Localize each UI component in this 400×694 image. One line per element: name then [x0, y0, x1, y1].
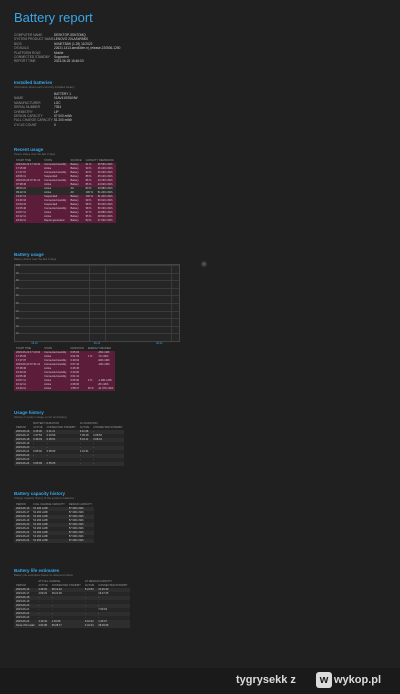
table-row: 18:20:11 Report generated Battery 53 % 27 03…	[14, 219, 116, 223]
system-info: COMPUTER NAME DESKTOP-5SN7DMQ SYSTEM PRODU…	[14, 33, 400, 64]
watermark-bar: tygrysekk z w wykop.pl	[0, 668, 400, 694]
table-cell: Battery	[68, 219, 84, 223]
life-estimates-table: AT FULL CHARGE AT DESIGN CAPACITY PERIOD A…	[14, 580, 130, 628]
wykop-logo-icon: w	[316, 672, 332, 688]
table-cell: 1:58:17	[68, 387, 86, 391]
column-header: CONNECTED STANDBY	[93, 426, 123, 429]
y-tick-label: 70	[16, 286, 19, 290]
grid-line	[15, 272, 179, 274]
grid-line	[15, 280, 179, 281]
life-estimates-section: Battery life estimates Battery life esti…	[14, 568, 130, 628]
grid-line	[15, 310, 179, 312]
battery-usage-table: START TIME STATE DURATION ENERGY DRAINED 20…	[14, 347, 116, 391]
grid-line	[15, 318, 179, 319]
table-cell: 16:20:11	[14, 387, 43, 391]
table-cell: Active	[42, 387, 69, 391]
y-tick-label: 100	[16, 264, 21, 267]
section-subtitle: Battery drains over the last 3 days	[14, 257, 57, 261]
table-cell: 4:03:38	[36, 624, 50, 628]
battery-usage-chart: 100 90 80 70 60 50 40 30 20 10 06-22 06-23 06-24	[14, 264, 180, 345]
y-tick-label: 80	[16, 279, 19, 283]
table-cell: Report generated	[42, 219, 69, 223]
installed-batteries-section: Installed batteries Information about ea…	[14, 80, 78, 127]
capacity-history-table: PERIOD FULL CHARGE CAPACITY DESIGN CAPACIT…	[14, 503, 95, 543]
y-tick-label: 50	[16, 302, 19, 305]
table-row: 16:20:11 Active 1:58:17 45 % -21 570 mWh	[14, 387, 116, 391]
table-cell: 35:28:17	[49, 624, 83, 628]
since-install-label: Since OS install	[14, 624, 37, 628]
section-subtitle: Information about each currently install…	[14, 85, 75, 89]
table-row: 2023-06-24 0:05:09 0:55:05- -	[14, 462, 125, 466]
y-tick-label: 60	[16, 294, 19, 298]
table-cell: -	[77, 462, 92, 466]
page-title: Battery report	[14, 10, 93, 25]
expand-icon[interactable]: ×	[201, 261, 207, 267]
info-key: REPORT TIME	[14, 59, 36, 64]
table-cell: 2023-06-24	[14, 462, 32, 466]
grid-line	[15, 325, 179, 327]
site-label: wykop.pl	[334, 674, 382, 686]
grid-line	[15, 287, 179, 289]
table-row: 2023-06-24 51 200 mWh 57 000 mWh	[14, 539, 95, 543]
section-subtitle: Battery life estimates based on observed…	[14, 573, 73, 577]
usage-history-table: BATTERY DURATION AC DURATION PERIOD ACTIVE…	[14, 422, 125, 466]
table-cell: 53 %	[83, 219, 96, 223]
y-tick-label: 90	[16, 271, 19, 275]
grid-line	[15, 295, 179, 296]
table-cell: 0:05:09	[31, 462, 45, 466]
table-cell: 18:20:11	[14, 219, 43, 223]
grid-line	[170, 265, 172, 341]
table-cell: -	[91, 462, 125, 466]
recent-usage-table: START TIME STATE SOURCE CAPACITY REMAINING …	[14, 159, 116, 223]
x-tick-label: 06-23	[93, 342, 101, 345]
battery-usage-table-wrap: START TIME STATE DURATION ENERGY DRAINED 20…	[14, 347, 116, 391]
capacity-history-section: Battery capacity history Charge capacity…	[14, 491, 95, 543]
section-subtitle: Power states over the last 3 days	[14, 152, 56, 156]
table-cell: 51 200 mWh	[31, 539, 67, 543]
x-tick-label: 06-24	[156, 342, 163, 345]
y-tick-label: 40	[16, 309, 19, 313]
grid-line	[15, 303, 179, 304]
info-value: 22621.1413.amd64fre.ni_release.220506-12…	[54, 46, 121, 51]
grid-line	[15, 265, 179, 266]
table-cell: 57 000 mWh	[66, 539, 95, 543]
info-value: 0	[54, 122, 56, 127]
grid-line	[105, 265, 106, 341]
grid-line	[88, 265, 90, 341]
info-row: REPORT TIME 2023-06-25 16:46:03	[14, 59, 400, 63]
grid-line	[15, 333, 179, 334]
info-key: CYCLE COUNT	[14, 122, 37, 127]
table-cell: 27 030 mWh	[95, 219, 116, 223]
table-row: 2023-06-23 07:31:12 Connected standby 0:07…	[14, 363, 116, 367]
battery-info: BATTERY 1 NAME 01AV419/SUNW MANUFACTURER LG…	[14, 92, 78, 127]
table-cell: 2023-06-24	[14, 539, 32, 543]
section-subtitle: Charge capacity history of the system's …	[14, 496, 75, 500]
table-cell: 45 %	[85, 387, 96, 391]
info-value: 2023-06-25 16:46:03	[54, 59, 84, 64]
battery-usage-section: Battery usage Battery drains over the la…	[14, 252, 56, 264]
table-cell: 4:31:34	[82, 624, 97, 628]
x-tick-label: 06-22	[31, 342, 38, 345]
section-subtitle: History of system usage on AC and batter…	[14, 415, 68, 419]
y-tick-label: 10	[16, 332, 19, 336]
table-cell: 39:29:39	[96, 624, 130, 628]
table-cell: -21 570 mWh	[95, 387, 116, 391]
usage-history-section: Usage history History of system usage on…	[14, 410, 125, 466]
recent-usage-section: Recent usage Power states over the last …	[14, 147, 116, 223]
y-tick-label: 20	[16, 324, 19, 328]
info-row: CYCLE COUNT 0	[14, 123, 78, 127]
info-value: 51 200 mWh	[54, 118, 73, 123]
author-label: tygrysekk z	[236, 674, 296, 686]
y-tick-label: 30	[16, 317, 19, 321]
table-cell: 0:55:05	[44, 462, 78, 466]
